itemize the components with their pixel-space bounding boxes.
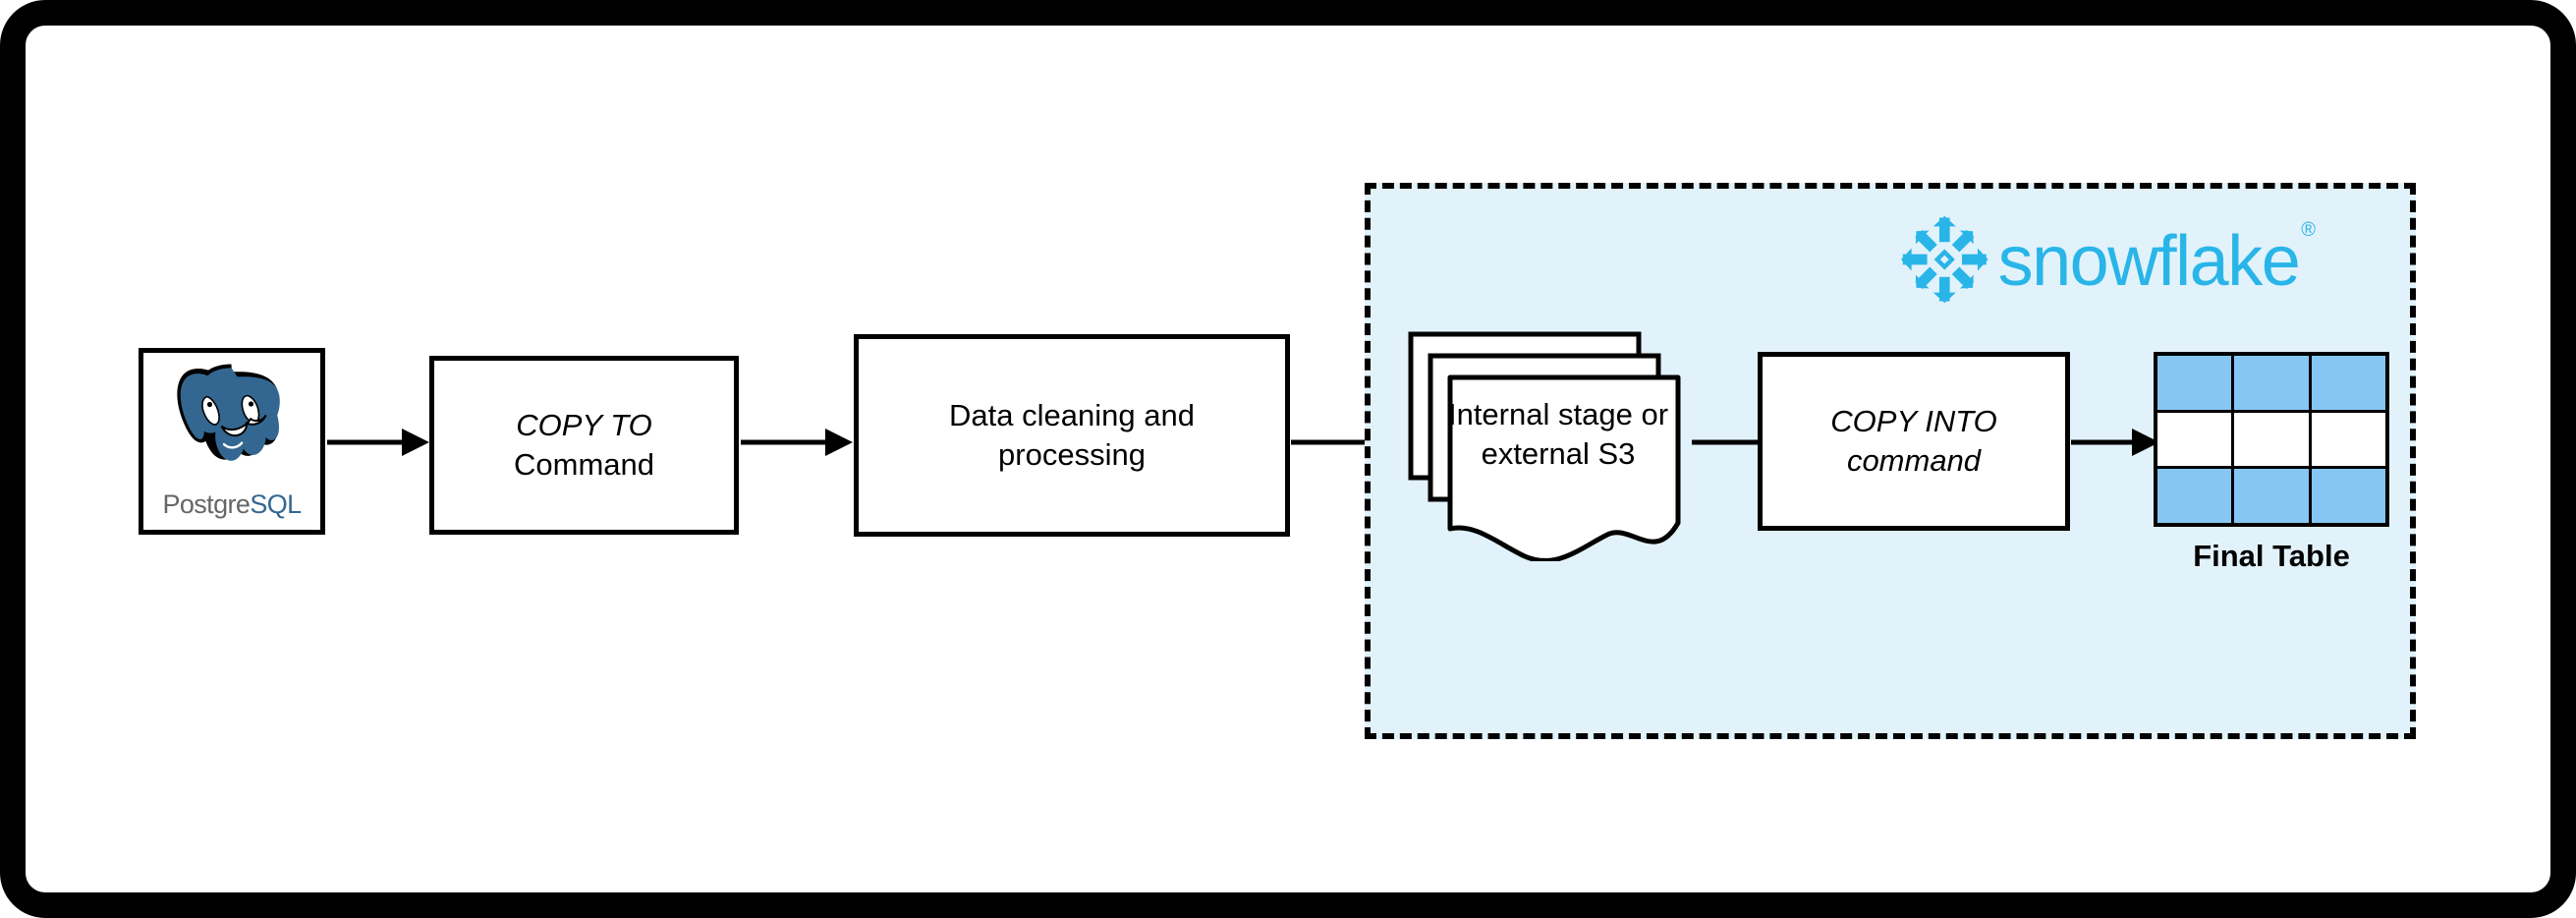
step-copy-to-node: COPY TO Command <box>429 356 739 535</box>
step-copy-into-node: COPY INTO command <box>1758 352 2070 531</box>
snowflake-icon <box>1901 215 1988 304</box>
postgresql-wordmark-suffix: SQL <box>250 489 302 519</box>
registered-trademark-mark: ® <box>2301 218 2316 241</box>
arrow-pg-to-copyto <box>327 423 431 462</box>
postgresql-wordmark-prefix: Postgre <box>162 489 251 519</box>
arrow-copyto-to-cleaning <box>741 423 855 462</box>
postgresql-elephant-icon <box>143 357 320 487</box>
table-cell <box>2157 469 2232 523</box>
postgresql-source-node: PostgreSQL <box>139 348 325 535</box>
final-table-label: Final Table <box>2193 539 2350 573</box>
table-cell <box>2311 412 2385 467</box>
step-data-cleaning-node: Data cleaning and processing <box>854 334 1290 537</box>
internal-stage-label: Internal stage or external S3 <box>1435 395 1681 475</box>
snowflake-wordmark: snowflake <box>1997 222 2301 301</box>
table-cell <box>2311 469 2385 523</box>
postgresql-wordmark: PostgreSQL <box>143 489 320 520</box>
copy-to-line2: Command <box>514 447 654 482</box>
table-cell <box>2234 412 2309 467</box>
arrow-copyinto-to-table <box>2071 423 2161 462</box>
table-cell <box>2234 356 2309 410</box>
final-table-grid <box>2154 352 2389 527</box>
copy-into-line1: COPY INTO <box>1830 404 1997 439</box>
table-cell <box>2234 469 2309 523</box>
copy-into-line2: command <box>1846 443 1982 478</box>
table-cell <box>2157 356 2232 410</box>
data-cleaning-line1: Data cleaning and <box>949 398 1195 433</box>
copy-to-line1: COPY TO <box>516 408 652 443</box>
snowflake-logo: snowflake ® <box>1901 214 2316 305</box>
table-cell <box>2157 412 2232 467</box>
data-cleaning-line2: processing <box>998 437 1146 472</box>
table-cell <box>2311 356 2385 410</box>
internal-stage-line1: Internal stage <box>1447 397 1633 431</box>
diagram-canvas: PostgreSQL COPY TO Command Data cleaning… <box>0 0 2576 918</box>
